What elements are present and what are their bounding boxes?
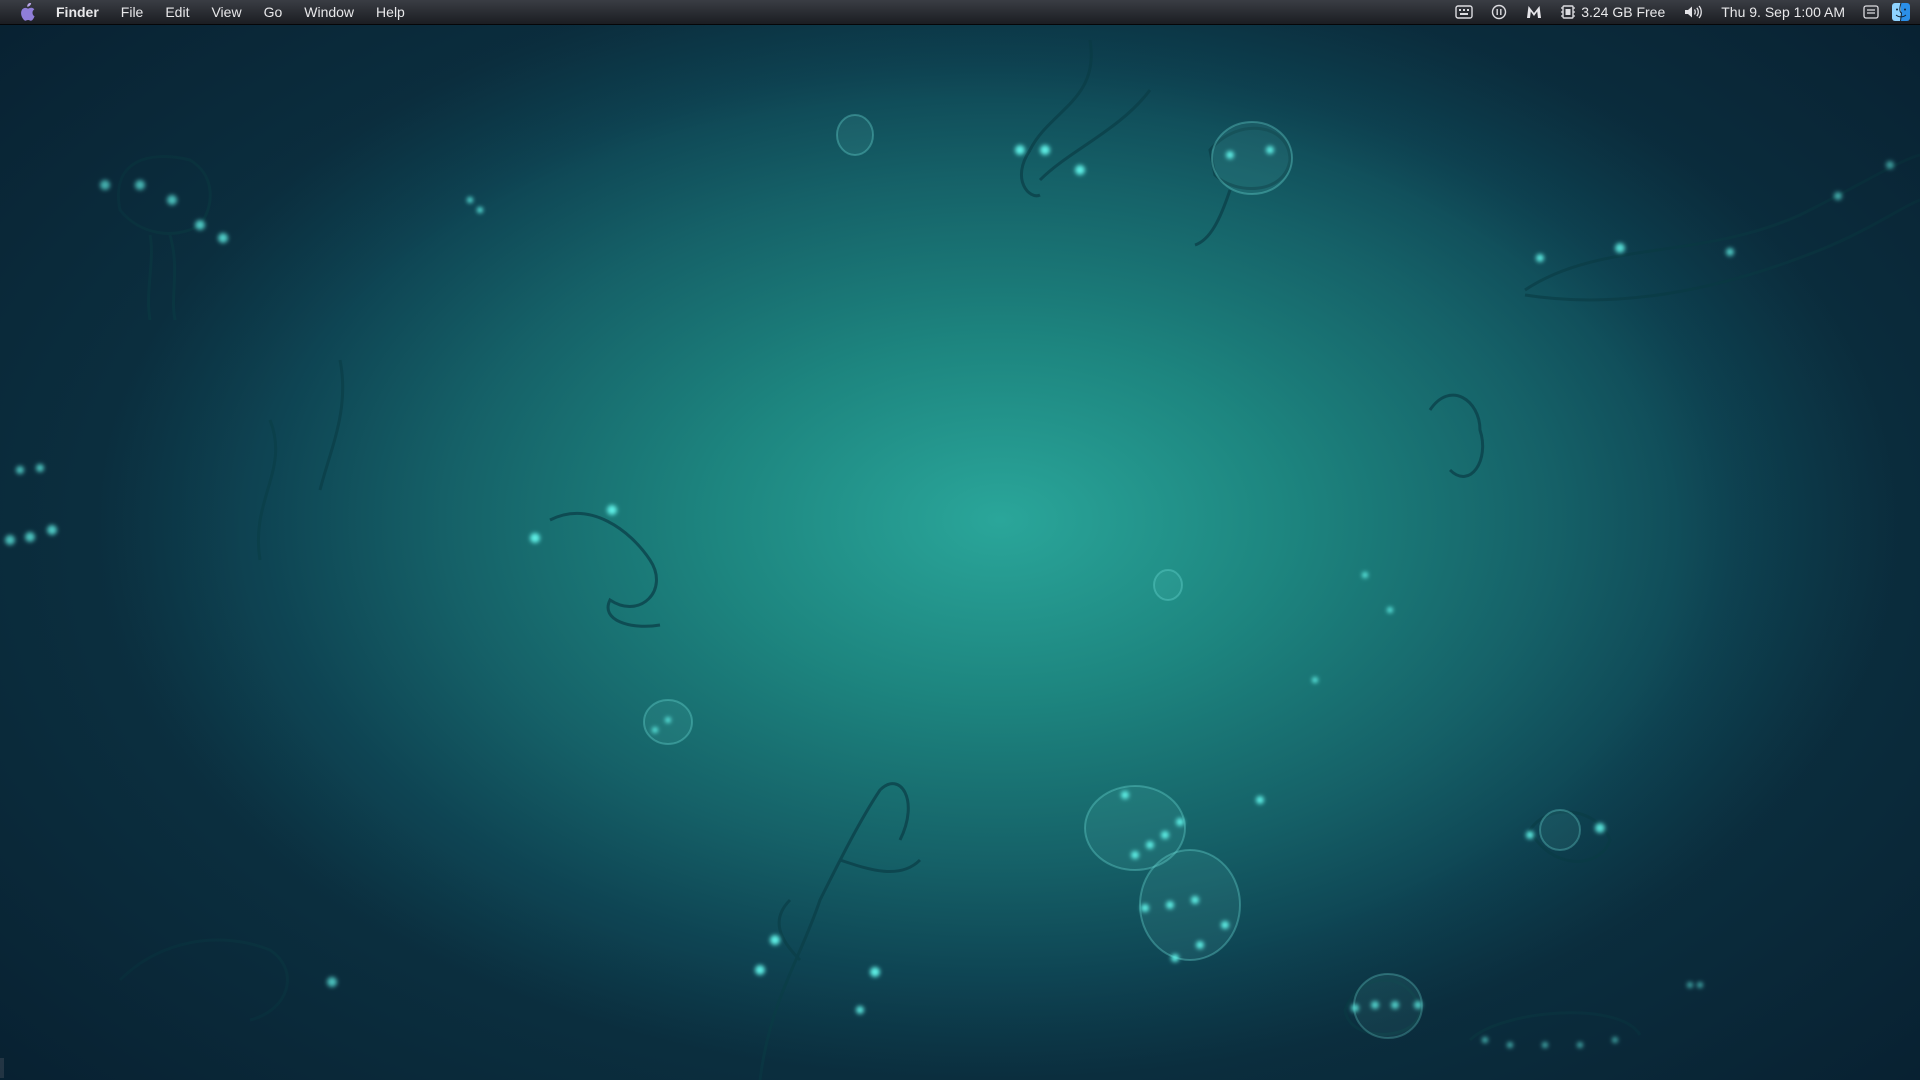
side-handle	[0, 1058, 4, 1078]
wallpaper-deep-sea-creatures	[5, 39, 1920, 1080]
memory-free-text: 3.24 GB Free	[1581, 4, 1666, 20]
menu-view[interactable]: View	[200, 0, 252, 24]
desktop[interactable]	[0, 0, 1920, 1080]
menu-window[interactable]: Window	[293, 0, 365, 24]
memory-chip-icon	[1561, 4, 1576, 20]
volume-icon[interactable]	[1674, 0, 1712, 24]
menu-help[interactable]: Help	[365, 0, 416, 24]
menu-edit[interactable]: Edit	[154, 0, 200, 24]
menu-file[interactable]: File	[110, 0, 155, 24]
menu-go[interactable]: Go	[253, 0, 294, 24]
finder-icon[interactable]	[1892, 3, 1910, 21]
notification-center-icon[interactable]	[1854, 0, 1888, 24]
memory-status[interactable]: 3.24 GB Free	[1552, 0, 1674, 24]
keyboard-icon[interactable]	[1446, 0, 1482, 24]
sync-icon[interactable]	[1482, 0, 1516, 24]
menu-app-finder[interactable]: Finder	[56, 0, 110, 24]
menu-bar: Finder File Edit View Go Window Help 3.2…	[0, 0, 1920, 25]
apple-logo-icon[interactable]	[18, 3, 36, 21]
clock-text[interactable]: Thu 9. Sep 1:00 AM	[1712, 0, 1854, 24]
mail-m-icon[interactable]	[1516, 0, 1552, 24]
